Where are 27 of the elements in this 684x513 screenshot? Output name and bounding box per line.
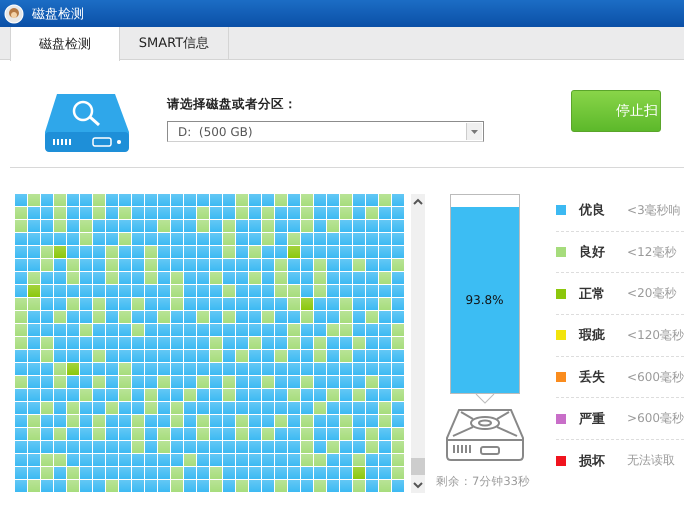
legend-name: 损坏 <box>579 452 606 470</box>
legend-name: 丢失 <box>579 368 606 386</box>
select-label: 请选择磁盘或者分区： <box>167 96 298 113</box>
legend-name: 严重 <box>579 410 606 428</box>
legend-description: <12毫秒 <box>627 244 676 261</box>
tab[interactable]: 磁盘检测 <box>10 27 120 61</box>
legend-name: 正常 <box>579 286 606 303</box>
legend-description: 无法读取 <box>627 452 676 470</box>
app-logo-icon <box>4 4 24 24</box>
legend-name: 瑕疵 <box>579 326 606 344</box>
scroll-down-icon[interactable] <box>413 481 423 489</box>
progress-reading: 93.8% <box>465 293 504 308</box>
scroll-thumb[interactable] <box>411 458 425 475</box>
legend-description: <3毫秒响 <box>627 202 681 219</box>
dropdown-caret-icon <box>466 123 482 140</box>
scroll-up-icon[interactable] <box>413 198 423 206</box>
scrollbar[interactable] <box>411 194 425 493</box>
legend-description: <600毫秒 <box>627 368 684 386</box>
disk-dropdown[interactable]: D: (500 GB) <box>167 121 484 142</box>
time-remaining: 剩余：7分钟33秒 <box>436 474 530 489</box>
legend-description: >600毫秒 <box>627 410 684 428</box>
window-title: 磁盘检测 <box>32 6 84 22</box>
legend-name: 良好 <box>579 244 606 262</box>
legend-description: <120毫秒 <box>627 326 684 344</box>
hard-drive-icon <box>444 408 525 462</box>
legend-description: <20毫秒 <box>627 285 676 302</box>
legend-name: 优良 <box>579 202 606 220</box>
